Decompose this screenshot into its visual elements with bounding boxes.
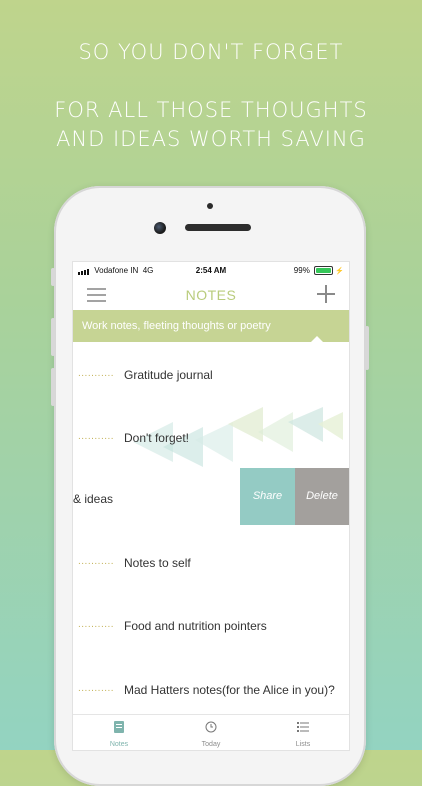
promo-headline-1: SO YOU DON'T FORGET: [78, 40, 344, 64]
list-item[interactable]: ........... Food and nutrition pointers: [73, 619, 349, 682]
note-icon: [114, 721, 124, 733]
battery-info: 99% ⚡: [293, 266, 344, 276]
list-icon: [297, 722, 309, 732]
tab-today[interactable]: Today: [165, 715, 257, 750]
charging-icon: ⚡: [335, 268, 344, 275]
nav-bar: NOTES: [73, 280, 349, 310]
note-title: Don't forget!: [124, 431, 189, 445]
tab-bar: Notes Today Lists: [73, 714, 349, 750]
clock-icon: [205, 721, 217, 733]
tab-label: Today: [201, 741, 221, 748]
earpiece-speaker: [185, 224, 251, 231]
banner-text: Work notes, fleeting thoughts or poetry: [82, 320, 271, 332]
add-note-button[interactable]: [316, 284, 336, 304]
proximity-sensor: [207, 203, 213, 209]
tab-label: Lists: [295, 741, 311, 748]
battery-icon: [314, 266, 334, 276]
list-item[interactable]: ........... Notes to self: [73, 556, 349, 619]
front-camera: [154, 222, 166, 234]
volume-down-button: [51, 368, 55, 406]
note-title: Notes to self: [124, 556, 191, 570]
dots-leader: ...........: [78, 619, 115, 630]
dots-leader: ...........: [78, 556, 115, 567]
promo-headline-2-text: FOR ALL THOSE THOUGHTS AND IDEAS WORTH S…: [54, 98, 368, 151]
battery-percent: 99%: [293, 266, 310, 275]
tab-label: Notes: [109, 741, 129, 748]
silent-switch: [51, 268, 55, 286]
note-title: Gratitude journal: [124, 368, 213, 382]
share-button[interactable]: Share: [240, 468, 295, 525]
tab-lists[interactable]: Lists: [257, 715, 349, 750]
page-title: NOTES: [185, 287, 237, 303]
list-item[interactable]: ........... Gratitude journal: [73, 368, 349, 431]
tab-notes[interactable]: Notes: [73, 715, 165, 750]
power-button: [365, 326, 369, 370]
dots-leader: ...........: [78, 683, 115, 694]
note-title: Mad Hatters notes(for the Alice in you)?: [124, 683, 335, 697]
app-screen: Vodafone IN 4G 2:54 AM 99% ⚡ NOTES Work …: [73, 262, 349, 750]
dots-leader: ...........: [78, 431, 115, 442]
status-bar: Vodafone IN 4G 2:54 AM 99% ⚡: [73, 262, 349, 280]
delete-button[interactable]: Delete: [295, 468, 349, 525]
dots-leader: ...........: [78, 368, 115, 379]
promo-headline-2: FOR ALL THOSE THOUGHTS AND IDEAS WORTH S…: [0, 96, 422, 154]
caret-icon: [311, 336, 323, 342]
note-title: & ideas: [73, 492, 114, 506]
swiped-list-item[interactable]: & ideas Share Delete: [73, 468, 349, 525]
tagline-banner: Work notes, fleeting thoughts or poetry: [73, 310, 349, 342]
note-title: Food and nutrition pointers: [124, 619, 267, 633]
volume-up-button: [51, 318, 55, 356]
